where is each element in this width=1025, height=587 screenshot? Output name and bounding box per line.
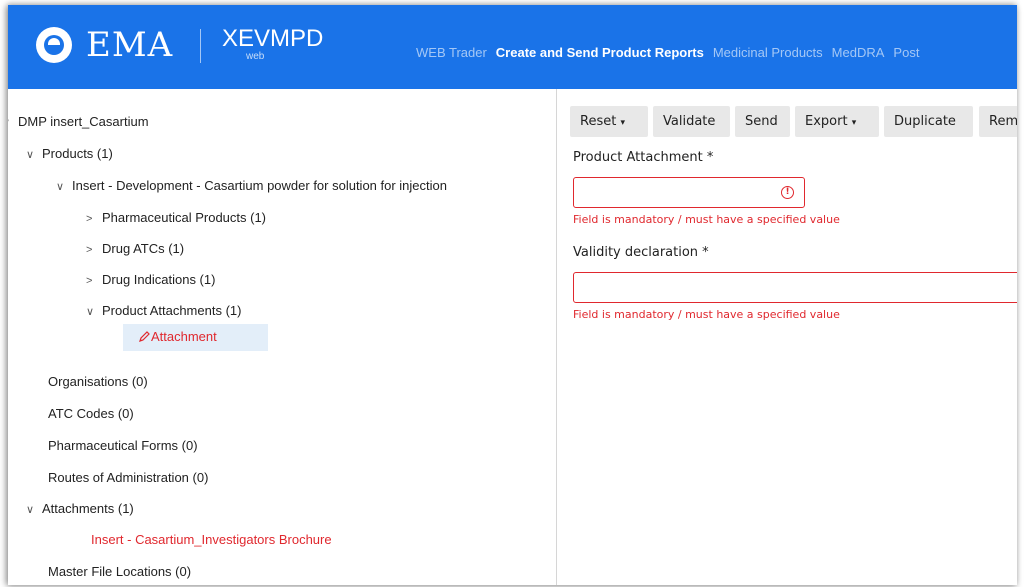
chevron-right-icon[interactable]: > <box>86 241 102 259</box>
chevron-down-icon[interactable]: ∨ <box>26 146 42 164</box>
tree-node-drug-indications[interactable]: > Drug Indications (1) <box>86 271 215 290</box>
tree-node-product-item[interactable]: ∨ Insert - Development - Casartium powder… <box>56 177 447 196</box>
chevron-down-icon[interactable]: ∨ <box>26 501 42 519</box>
ema-logo-icon <box>36 27 72 63</box>
tree-node-label: Attachments (1) <box>42 501 134 516</box>
validity-declaration-field[interactable] <box>573 272 1017 303</box>
app-name: XEVMPD <box>222 25 324 52</box>
product-attachment-field[interactable]: ! <box>573 177 805 208</box>
chevron-down-icon[interactable]: ∨ <box>8 114 18 132</box>
tree-node-attachment[interactable]: Attachment <box>138 328 217 346</box>
tree-node-attachments[interactable]: ∨ Attachments (1) <box>26 500 134 519</box>
nav-web-trader[interactable]: WEB Trader <box>416 45 487 60</box>
tree-node-label: Pharmaceutical Products (1) <box>102 210 267 225</box>
chevron-down-icon: ▾ <box>851 118 857 128</box>
nav-medicinal-products[interactable]: Medicinal Products <box>713 45 823 60</box>
chevron-down-icon: ▾ <box>620 118 625 128</box>
tree-node-drug-atcs[interactable]: > Drug ATCs (1) <box>86 240 184 259</box>
export-button[interactable]: Export ▾ <box>795 106 879 137</box>
nav-post[interactable]: Post <box>893 45 919 60</box>
export-label: Export <box>805 114 848 129</box>
tree-node-label: Attachment <box>151 329 217 344</box>
tree-panel: ∨DMP insert_Casartium ∨Products (1) ∨Ins… <box>8 89 557 585</box>
chevron-right-icon[interactable]: > <box>86 272 102 290</box>
tree-node-label: Product Attachments (1) <box>102 303 242 318</box>
chevron-down-icon[interactable]: ∨ <box>86 303 102 321</box>
logo-text: EMA <box>86 25 174 65</box>
tree-node-pharmaceutical-products[interactable]: > Pharmaceutical Products (1) <box>86 209 266 228</box>
pencil-icon <box>139 331 150 342</box>
send-button[interactable]: Send <box>735 106 790 137</box>
tree-root-label: DMP insert_Casartium <box>18 114 149 129</box>
tree-node-label: Drug Indications (1) <box>102 272 216 287</box>
tree-node-label: Insert - Development - Casartium powder … <box>72 178 447 193</box>
app-window: EMA XEVMPD web WEB Trader Create and Send… <box>8 5 1017 585</box>
header-bar: EMA XEVMPD web WEB Trader Create and Send… <box>8 5 1017 89</box>
product-attachment-error: Field is mandatory / must have a specifi… <box>573 213 840 226</box>
tree-node-routes[interactable]: Routes of Administration (0) <box>48 469 208 487</box>
tree-root[interactable]: ∨DMP insert_Casartium <box>8 113 149 132</box>
product-attachment-label: Product Attachment * <box>573 150 714 165</box>
duplicate-button[interactable]: Duplicate <box>884 106 973 137</box>
tree-node-label: Products (1) <box>42 146 113 161</box>
nav-create-send-reports[interactable]: Create and Send Product Reports <box>496 45 704 60</box>
tree-node-atc-codes[interactable]: ATC Codes (0) <box>48 405 134 423</box>
tree-node-products[interactable]: ∨ Products (1) <box>26 145 113 164</box>
validity-declaration-error: Field is mandatory / must have a specifi… <box>573 308 840 321</box>
main-nav: WEB Trader Create and Send Product Report… <box>416 45 928 60</box>
tree-node-master-file[interactable]: Master File Locations (0) <box>48 563 191 581</box>
app-subtitle: web <box>246 51 265 62</box>
validity-declaration-label: Validity declaration * <box>573 245 709 260</box>
tree-node-organisations[interactable]: Organisations (0) <box>48 373 148 391</box>
tree-node-label: Drug ATCs (1) <box>102 241 185 256</box>
form-panel: Reset ▾ Validate Send Export ▾ Duplicate… <box>557 89 1017 585</box>
chevron-right-icon[interactable]: > <box>86 210 102 228</box>
logo-divider <box>200 29 201 63</box>
reset-button[interactable]: Reset ▾ <box>570 106 648 137</box>
reset-label: Reset <box>580 114 617 129</box>
tree-node-pharmaceutical-forms[interactable]: Pharmaceutical Forms (0) <box>48 437 198 455</box>
chevron-down-icon[interactable]: ∨ <box>56 178 72 196</box>
validate-button[interactable]: Validate <box>653 106 730 137</box>
nav-meddra[interactable]: MedDRA <box>832 45 885 60</box>
tree-node-attachment-item[interactable]: Insert - Casartium_Investigators Brochur… <box>91 531 332 549</box>
tree-node-product-attachments[interactable]: ∨ Product Attachments (1) <box>86 302 241 321</box>
error-icon: ! <box>781 186 794 199</box>
remove-button[interactable]: Rem <box>979 106 1017 137</box>
